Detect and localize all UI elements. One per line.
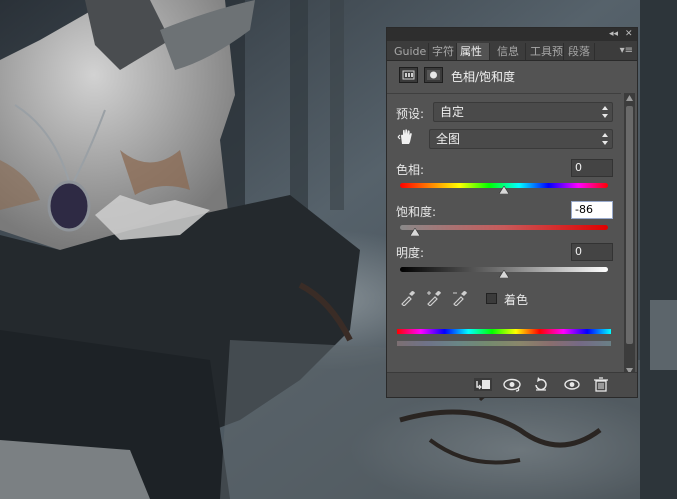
- saturation-label: 饱和度:: [396, 205, 437, 219]
- preset-dropdown[interactable]: 自定: [433, 102, 613, 122]
- panel-tab-bar: Guide 字符 属性 信息 工具预 段落 ▾≡: [387, 41, 637, 61]
- tab-guide[interactable]: Guide: [391, 43, 429, 60]
- preset-value: 自定: [440, 105, 465, 119]
- lightness-slider-thumb[interactable]: [499, 270, 509, 278]
- scroll-up-icon[interactable]: [626, 95, 633, 101]
- input-spectrum-bar: [397, 329, 611, 334]
- eyedropper-minus-icon[interactable]: [452, 290, 468, 306]
- panel-title-bar[interactable]: ◂◂ ✕: [387, 28, 637, 41]
- panel-menu-icon[interactable]: ▾≡: [620, 43, 633, 58]
- colorize-label: 着色: [504, 293, 529, 307]
- saturation-slider-thumb[interactable]: [409, 228, 420, 236]
- hand-target-icon[interactable]: [397, 128, 415, 146]
- hue-slider-thumb[interactable]: [499, 186, 509, 194]
- collapse-panel-icon[interactable]: ◂◂: [609, 28, 618, 41]
- tab-properties[interactable]: 属性: [457, 43, 490, 60]
- trash-icon[interactable]: [590, 376, 612, 393]
- eyedropper-icon[interactable]: [400, 290, 416, 306]
- close-icon[interactable]: ✕: [625, 28, 633, 41]
- reset-icon[interactable]: [530, 376, 552, 393]
- lightness-input[interactable]: 0: [571, 243, 613, 261]
- channel-dropdown[interactable]: 全图: [429, 129, 613, 149]
- properties-panel: ◂◂ ✕ Guide 字符 属性 信息 工具预 段落 ▾≡ 色相/饱和度 预设:…: [386, 27, 638, 398]
- saturation-input[interactable]: -86: [571, 201, 613, 219]
- preset-label: 预设:: [396, 107, 425, 121]
- visibility-eye-icon[interactable]: [561, 376, 583, 393]
- tab-info[interactable]: 信息: [494, 43, 526, 60]
- dropdown-arrows-icon: [602, 133, 608, 145]
- divider: [387, 93, 621, 94]
- lightness-label: 明度:: [396, 246, 425, 260]
- panel-footer: [387, 372, 637, 397]
- colorize-checkbox[interactable]: [486, 293, 497, 304]
- adjustment-header: 色相/饱和度: [387, 61, 637, 89]
- view-previous-state-icon[interactable]: [501, 376, 523, 393]
- hue-label: 色相:: [396, 163, 425, 177]
- saturation-slider-track[interactable]: [400, 225, 608, 230]
- tab-character[interactable]: 字符: [429, 43, 457, 60]
- panel-scrollbar[interactable]: [624, 93, 635, 376]
- eyedropper-plus-icon[interactable]: [426, 290, 442, 306]
- tab-tool-presets[interactable]: 工具预: [527, 43, 564, 60]
- output-spectrum-bar: [397, 341, 611, 346]
- hue-input[interactable]: 0: [571, 159, 613, 177]
- clip-to-layer-icon[interactable]: [472, 376, 494, 393]
- mask-icon[interactable]: [424, 67, 443, 83]
- adjustment-title: 色相/饱和度: [451, 70, 516, 84]
- channel-value: 全图: [436, 132, 461, 146]
- adjustment-layer-icon[interactable]: [399, 67, 418, 83]
- tab-paragraph[interactable]: 段落: [565, 43, 595, 60]
- scrollbar-thumb[interactable]: [626, 106, 633, 344]
- dropdown-arrows-icon: [602, 106, 608, 118]
